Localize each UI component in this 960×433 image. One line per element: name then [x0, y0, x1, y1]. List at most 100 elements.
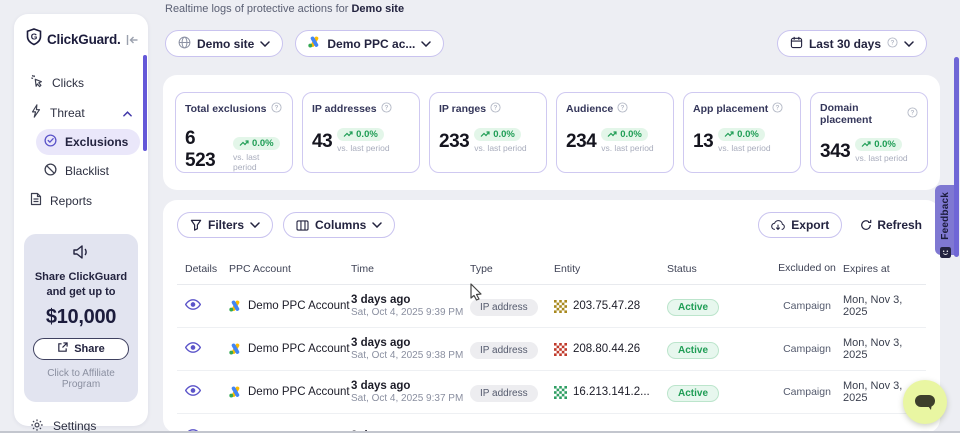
- filter-row: Demo site Demo PPC ac... Last 30 days ?: [165, 30, 927, 57]
- svg-text:?: ?: [776, 105, 780, 112]
- excluded-on-value: Campaign: [777, 386, 837, 399]
- type-badge: IP address: [470, 299, 538, 316]
- stat-delta: 0.0%: [874, 139, 896, 150]
- sidebar-item-settings[interactable]: Settings: [22, 410, 140, 433]
- stat-caption: vs. last period: [718, 143, 770, 153]
- cursor-click-icon: [30, 74, 44, 91]
- cloud-download-icon: [771, 219, 785, 231]
- ip-identicon: [554, 343, 567, 356]
- logs-table-panel: Filters Columns Export Refresh Deta: [163, 200, 940, 433]
- stat-delta: 0.0%: [493, 129, 515, 140]
- sidebar-item-blacklist[interactable]: Blacklist: [36, 158, 140, 184]
- stat-delta: 0.0%: [737, 129, 759, 140]
- columns-button-label: Columns: [315, 218, 366, 232]
- brand-name: ClickGuard.: [47, 32, 121, 47]
- chevron-down-icon: [421, 41, 431, 47]
- nav-label: Clicks: [52, 76, 132, 90]
- promo-heading: Share ClickGuard and get up to: [32, 270, 130, 300]
- filters-dropdown-button[interactable]: Filters: [177, 212, 273, 238]
- chat-launcher-button[interactable]: [903, 380, 947, 424]
- svg-text:G: G: [31, 32, 38, 42]
- expires-at-value: Mon, Nov 3, 2025: [837, 337, 926, 361]
- columns-dropdown-button[interactable]: Columns: [283, 212, 395, 238]
- sidebar-item-threat[interactable]: Threat: [22, 99, 140, 126]
- sidebar-collapse-icon[interactable]: [126, 34, 139, 46]
- stat-value: 13: [693, 131, 713, 153]
- external-link-icon: [57, 342, 68, 356]
- columns-icon: [296, 220, 309, 231]
- col-header-time[interactable]: Time: [351, 263, 470, 275]
- stat-card-app-placement: App placement? 13 0.0% vs. last period: [683, 92, 801, 173]
- excluded-on-value: Campaign: [777, 343, 837, 356]
- chevron-down-icon: [372, 222, 382, 228]
- trend-up-icon: [343, 131, 353, 138]
- col-header-status[interactable]: Status: [667, 263, 777, 275]
- ppc-account-filter-dropdown[interactable]: Demo PPC ac...: [295, 30, 444, 57]
- table-toolbar: Filters Columns Export Refresh: [177, 212, 926, 238]
- col-header-type[interactable]: Type: [470, 263, 554, 275]
- info-icon[interactable]: ?: [907, 107, 918, 121]
- col-header-entity[interactable]: Entity: [554, 263, 667, 275]
- col-header-expires-at[interactable]: Expires at: [837, 263, 926, 275]
- status-badge: Active: [667, 385, 719, 402]
- stat-card-total-exclusions: Total exclusions? 6 523 0.0% vs. last pe…: [175, 92, 293, 173]
- sidebar: G ClickGuard. Clicks Threat: [14, 14, 148, 426]
- stat-label: Total exclusions: [185, 103, 267, 115]
- stat-caption: vs. last period: [474, 143, 526, 153]
- col-header-ppc-account[interactable]: PPC Account: [229, 263, 351, 275]
- time-relative: 3 days ago: [351, 294, 470, 306]
- entity-ip: 203.75.47.28: [573, 300, 640, 312]
- filters-button-label: Filters: [208, 218, 244, 232]
- chevron-up-icon: [123, 106, 132, 120]
- stat-card-audience: Audience? 234 0.0% vs. last period: [556, 92, 674, 173]
- time-absolute: Sat, Oct 4, 2025 9:38 PM: [351, 350, 470, 361]
- status-badge: Active: [667, 299, 719, 316]
- col-header-excluded-on[interactable]: Excluded on: [777, 262, 837, 275]
- sidebar-item-exclusions[interactable]: Exclusions: [36, 129, 140, 155]
- stat-card-domain-placement: Domain placement? 343 0.0% vs. last peri…: [810, 92, 928, 173]
- info-icon[interactable]: ?: [772, 102, 783, 116]
- ppc-account-name: Demo PPC Account: [248, 343, 350, 355]
- share-button-label: Share: [74, 343, 105, 355]
- stat-card-ip-addresses: IP addresses? 43 0.0% vs. last period: [302, 92, 420, 173]
- view-details-eye-icon[interactable]: [185, 385, 201, 396]
- block-icon: [44, 163, 57, 179]
- stats-panel: Total exclusions? 6 523 0.0% vs. last pe…: [163, 75, 940, 190]
- date-range-dropdown[interactable]: Last 30 days ?: [777, 30, 927, 57]
- info-icon[interactable]: ?: [617, 102, 628, 116]
- google-ads-icon: [229, 300, 242, 312]
- info-icon[interactable]: ?: [271, 102, 282, 116]
- nav-label: Reports: [50, 194, 132, 208]
- sidebar-item-clicks[interactable]: Clicks: [22, 69, 140, 96]
- refresh-button-label: Refresh: [877, 218, 922, 232]
- col-header-details[interactable]: Details: [177, 263, 229, 275]
- sidebar-scrollbar-thumb[interactable]: [143, 55, 147, 151]
- info-icon[interactable]: ?: [490, 102, 501, 116]
- funnel-icon: [190, 219, 202, 231]
- type-badge: IP address: [470, 385, 538, 402]
- affiliate-promo-card[interactable]: Share ClickGuard and get up to $10,000 S…: [24, 234, 138, 402]
- export-button[interactable]: Export: [758, 212, 842, 238]
- export-button-label: Export: [791, 218, 829, 232]
- sidebar-item-reports[interactable]: Reports: [22, 187, 140, 214]
- feedback-tab[interactable]: Feedback: [935, 185, 956, 255]
- view-details-eye-icon[interactable]: [185, 299, 201, 310]
- refresh-icon: [860, 219, 872, 231]
- trend-up-icon: [724, 131, 734, 138]
- info-icon[interactable]: ?: [381, 102, 392, 116]
- page-scrollbar-thumb[interactable]: [954, 57, 959, 257]
- site-filter-dropdown[interactable]: Demo site: [165, 30, 283, 57]
- affiliate-link[interactable]: Click to Affiliate Program: [32, 368, 130, 390]
- page-title-site: Demo site: [351, 3, 404, 15]
- refresh-button[interactable]: Refresh: [856, 218, 926, 232]
- view-details-eye-icon[interactable]: [185, 342, 201, 353]
- stat-caption: vs. last period: [337, 143, 389, 153]
- time-relative: 3 days ago: [351, 380, 470, 392]
- calendar-icon: [790, 36, 803, 52]
- trend-up-icon: [607, 131, 617, 138]
- share-button[interactable]: Share: [33, 338, 129, 360]
- info-icon: ?: [887, 37, 898, 51]
- stat-label: Audience: [566, 103, 613, 115]
- stat-label: App placement: [693, 103, 768, 115]
- svg-text:?: ?: [891, 39, 895, 46]
